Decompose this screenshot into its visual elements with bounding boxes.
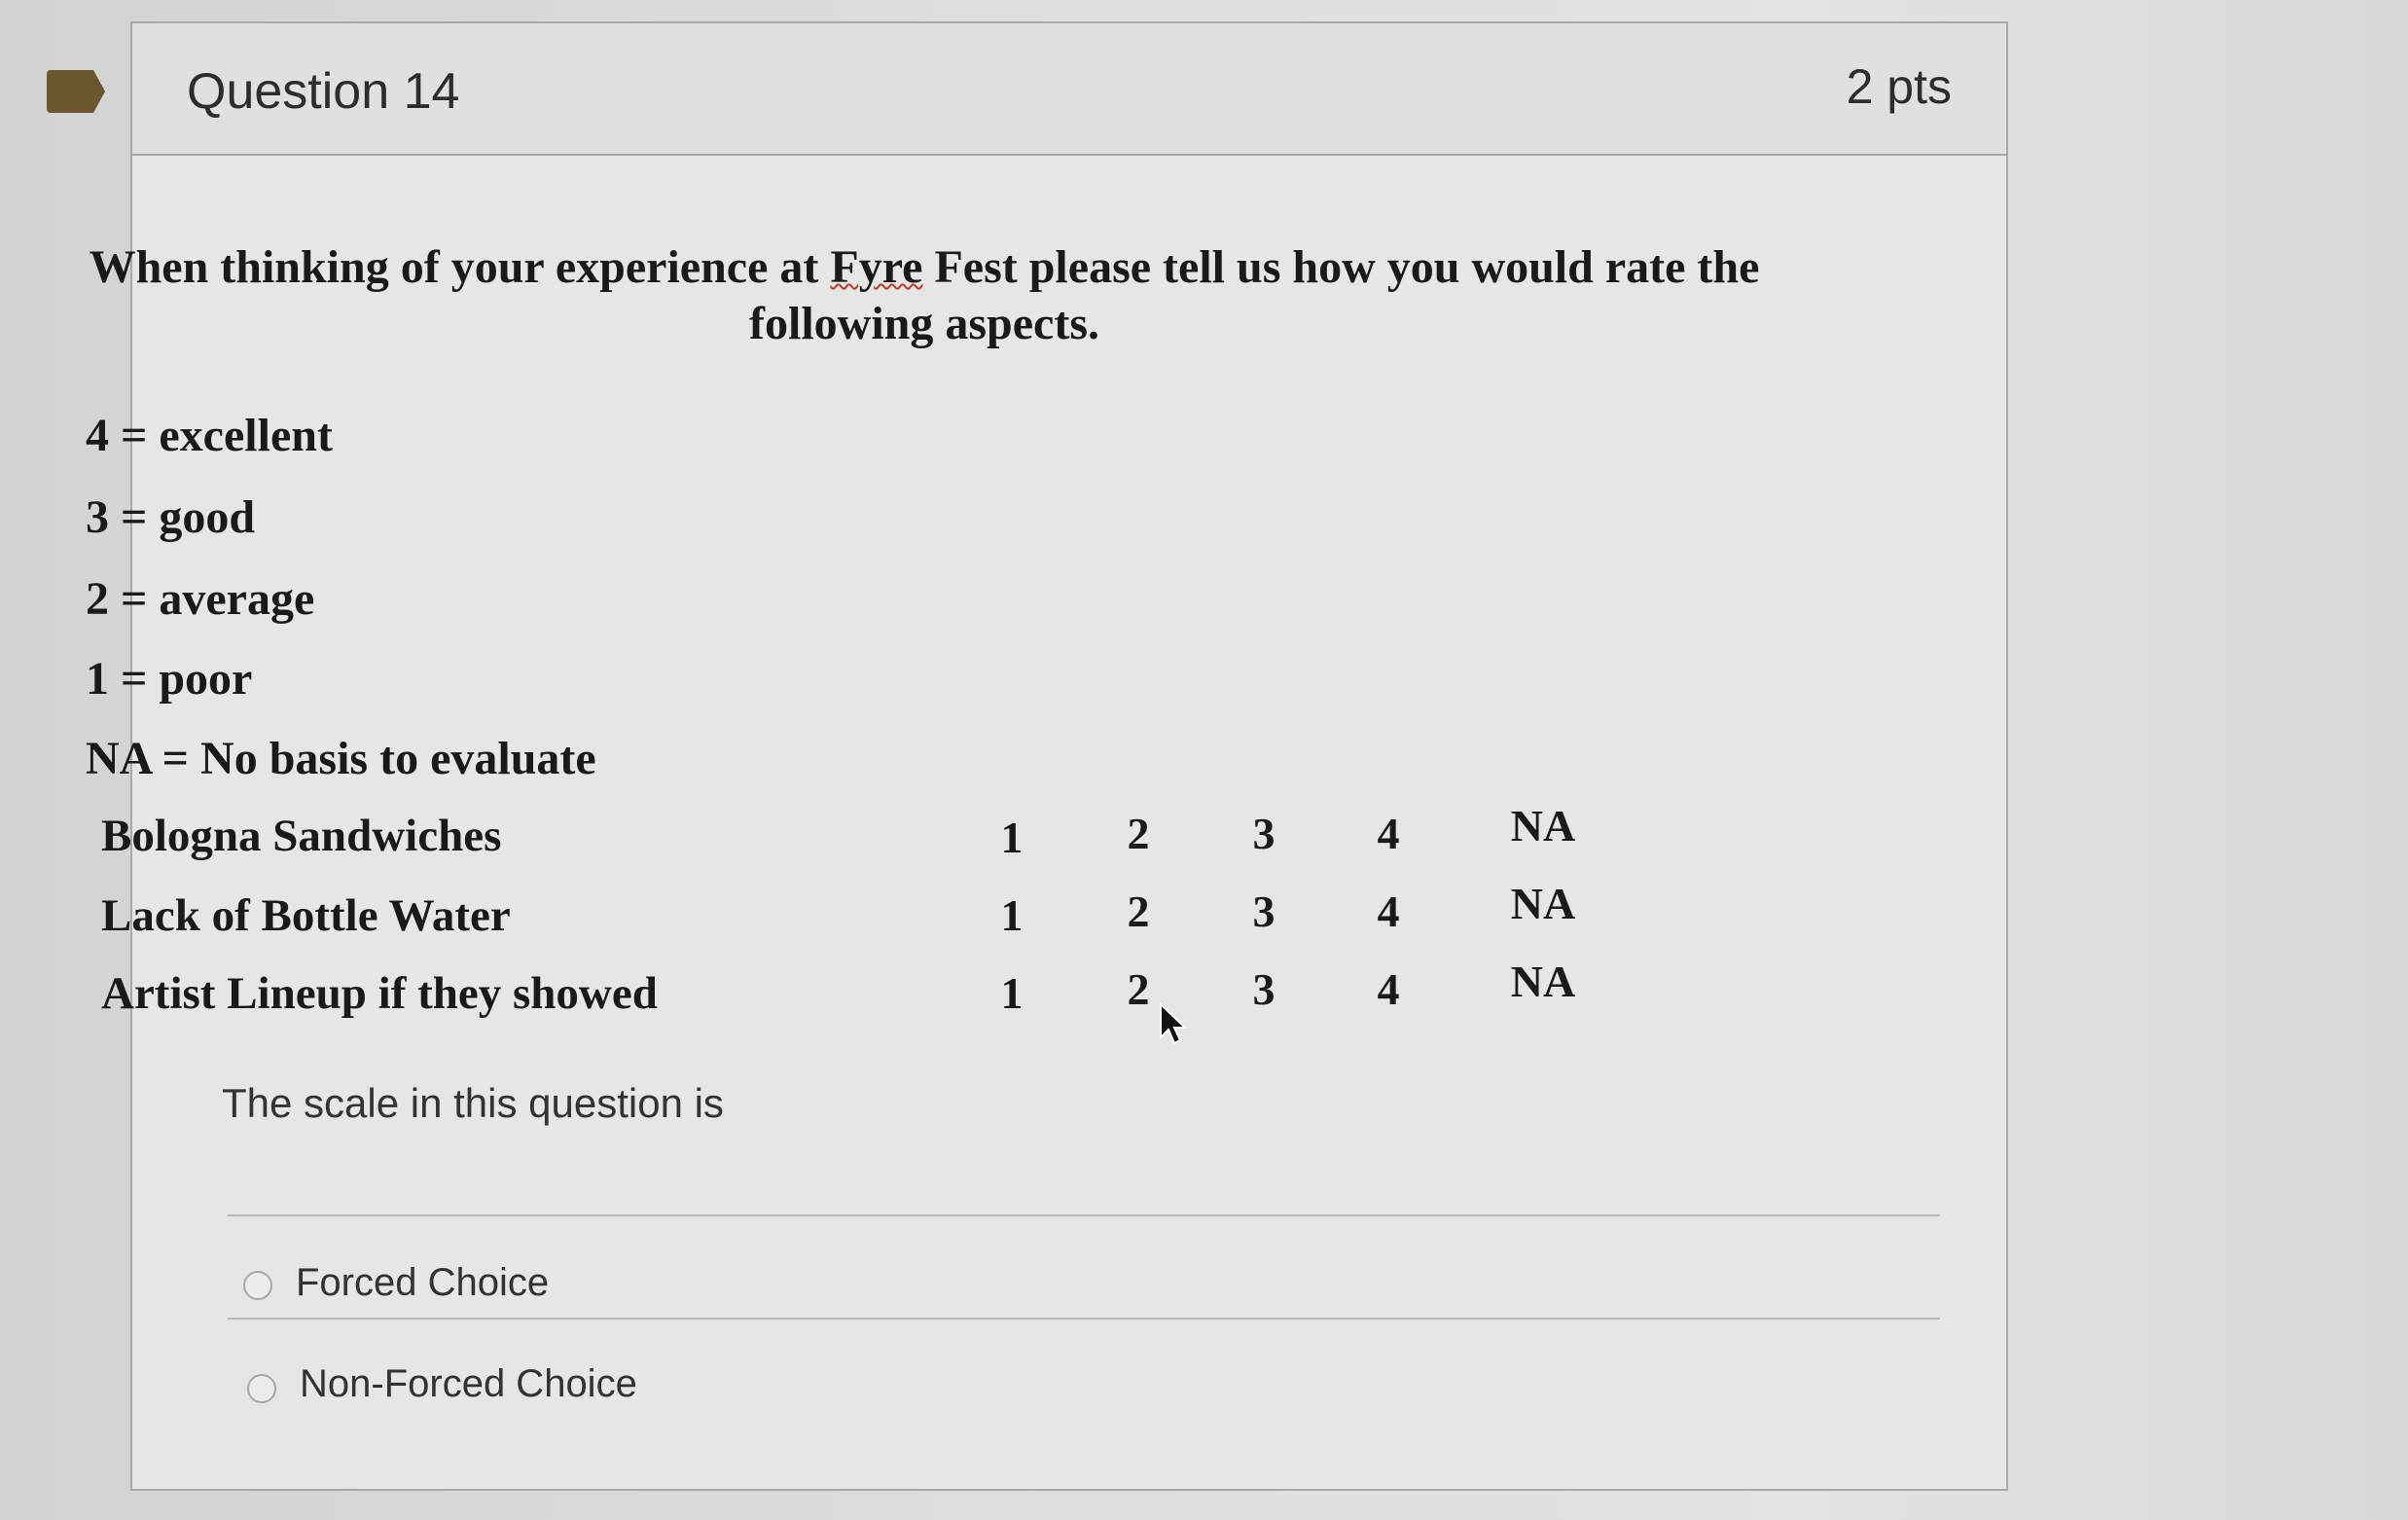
option-non-forced-choice[interactable]: Non-Forced Choice (300, 1362, 637, 1406)
scale-na: NA (1510, 801, 1576, 850)
legend-poor: 1 = poor (86, 653, 253, 705)
legend-average: 2 = average (86, 573, 315, 625)
scale-4: 4 (1377, 887, 1400, 936)
scale-1: 1 (1000, 890, 1024, 940)
question-title: Question 14 (187, 63, 460, 120)
question-flag-icon[interactable] (47, 70, 105, 113)
question-prompt: When thinking of your experience at Fyre… (88, 239, 1761, 352)
question-text: The scale in this question is (222, 1080, 724, 1126)
scale-na: NA (1510, 879, 1576, 928)
option-forced-choice[interactable]: Forced Choice (296, 1261, 549, 1305)
prompt-text-start: When thinking of your experience at (89, 241, 831, 293)
scale-na: NA (1510, 957, 1576, 1006)
item-bottle-water: Lack of Bottle Water (101, 890, 511, 941)
item-artist-lineup: Artist Lineup if they showed (101, 968, 658, 1019)
answer-divider (228, 1214, 1940, 1216)
legend-na: NA = No basis to evaluate (86, 733, 596, 784)
scale-3: 3 (1252, 887, 1276, 936)
radio-non-forced-choice[interactable] (247, 1374, 276, 1403)
scale-3: 3 (1252, 964, 1276, 1014)
mouse-pointer-icon (1160, 1002, 1187, 1045)
misspelled-word: Fyre (830, 241, 923, 293)
scale-2: 2 (1127, 887, 1150, 936)
scale-4: 4 (1377, 809, 1400, 858)
answer-divider (228, 1318, 1940, 1320)
item-bologna-sandwiches: Bologna Sandwiches (101, 811, 502, 861)
scale-4: 4 (1377, 964, 1400, 1014)
scale-2: 2 (1127, 809, 1150, 858)
question-header: Question 14 2 pts (132, 23, 2006, 156)
legend-excellent: 4 = excellent (86, 410, 333, 461)
scale-3: 3 (1252, 809, 1276, 858)
legend-good: 3 = good (86, 491, 256, 543)
scale-1: 1 (1000, 813, 1024, 862)
question-points: 2 pts (1846, 59, 1952, 114)
radio-forced-choice[interactable] (243, 1271, 272, 1300)
scale-1: 1 (1000, 968, 1024, 1018)
